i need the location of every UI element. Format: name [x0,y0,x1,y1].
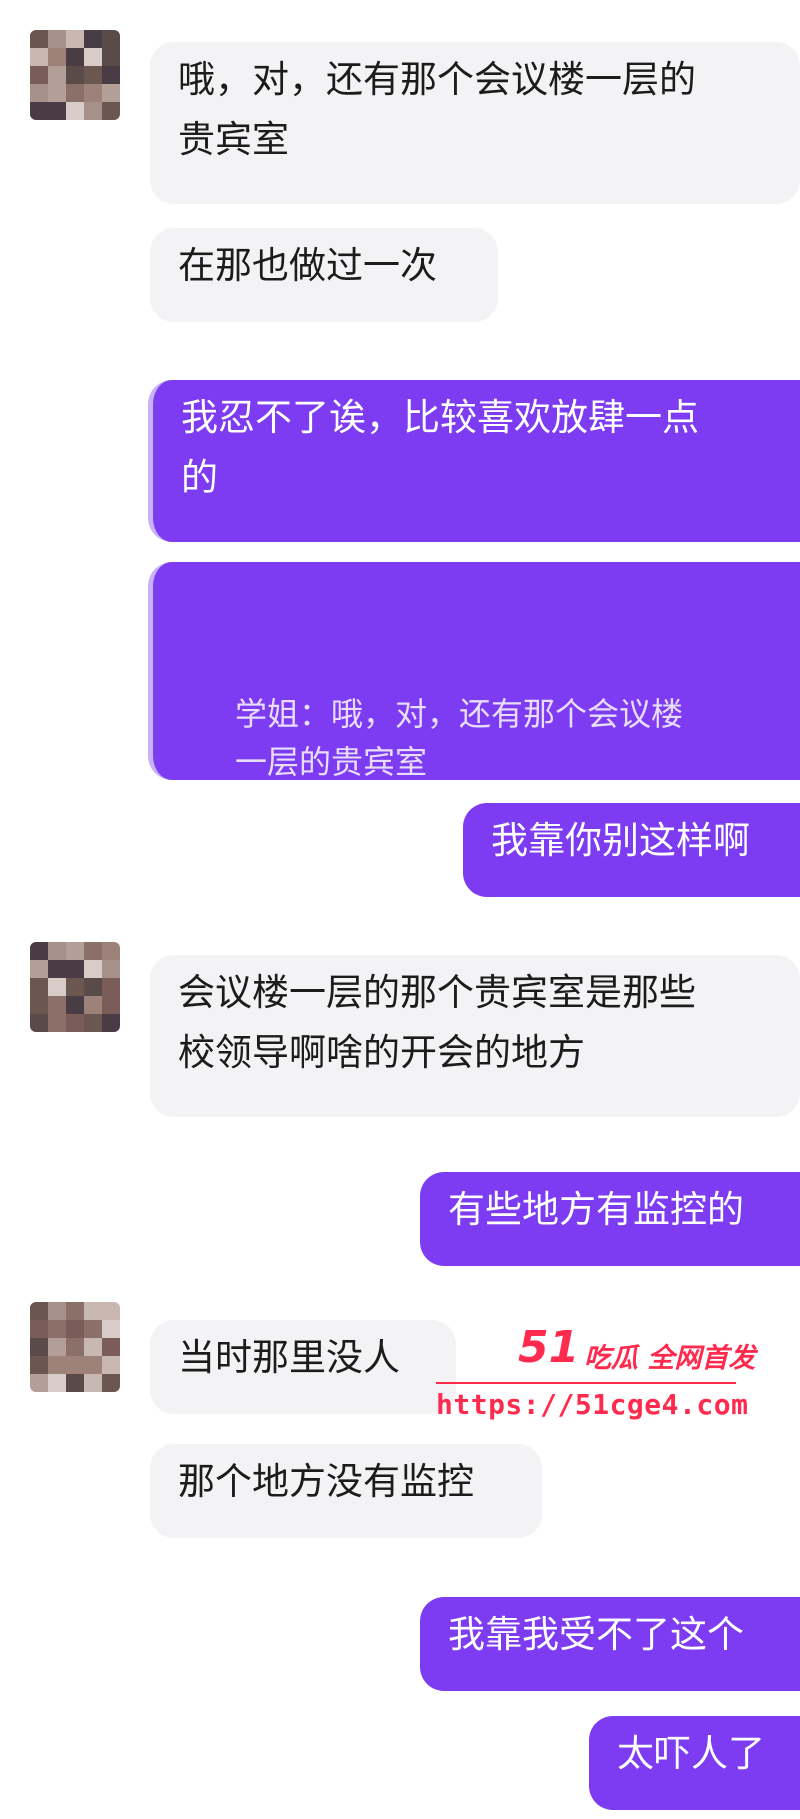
avatar-mosaic-cell [66,66,84,84]
avatar-mosaic-cell [48,84,66,102]
avatar-mosaic-cell [30,1302,48,1320]
avatar-mosaic-cell [102,960,120,978]
message-outgoing-reply[interactable]: 学姐：哦，对，还有那个会议楼 一层的贵宾室 啥 [148,562,800,969]
message-outgoing[interactable]: 有些地方有监控的 [420,1172,800,1266]
avatar-mosaic-cell [66,942,84,960]
avatar-mosaic-cell [48,1014,66,1032]
avatar-mosaic-cell [66,1302,84,1320]
avatar-mosaic-cell [84,1320,102,1338]
avatar-mosaic-cell [30,1014,48,1032]
avatar-mosaic-cell [48,102,66,120]
avatar-mosaic-cell [48,48,66,66]
message-outgoing[interactable]: 我靠你别这样啊 [463,803,800,897]
avatar-mosaic-cell [84,1356,102,1374]
avatar-mosaic-cell [30,960,48,978]
contact-avatar-2[interactable] [30,942,120,1032]
avatar-mosaic-cell [48,996,66,1014]
message-outgoing[interactable]: 太吓人了 [589,1716,800,1810]
avatar-mosaic-cell [102,48,120,66]
avatar-mosaic-cell [48,1338,66,1356]
avatar-mosaic-cell [102,102,120,120]
avatar-mosaic-cell [48,1356,66,1374]
avatar-mosaic-cell [102,978,120,996]
avatar-mosaic-cell [30,1320,48,1338]
message-outgoing[interactable]: 我靠我受不了这个 [420,1597,800,1691]
avatar-mosaic-cell [66,1014,84,1032]
message-incoming[interactable]: 哦，对，还有那个会议楼一层的 贵宾室 [150,42,800,204]
avatar-mosaic-cell [84,84,102,102]
avatar-mosaic-cell [66,1320,84,1338]
avatar-mosaic-cell [30,996,48,1014]
message-incoming[interactable]: 在那也做过一次 [150,228,498,322]
avatar-mosaic-cell [48,978,66,996]
avatar-mosaic-cell [84,1014,102,1032]
avatar-mosaic-cell [66,960,84,978]
avatar-mosaic-cell [66,84,84,102]
message-incoming[interactable]: 那个地方没有监控 [150,1444,542,1538]
quoted-message: 学姐：哦，对，还有那个会议楼 一层的贵宾室 [235,695,684,781]
avatar-mosaic-cell [66,996,84,1014]
avatar-mosaic-cell [102,1356,120,1374]
watermark: 51 吃瓜 全网首发 https://51cge4.com [436,1322,766,1442]
avatar-mosaic-cell [102,1014,120,1032]
watermark-url: https://51cge4.com [436,1388,749,1421]
avatar-mosaic-cell [102,84,120,102]
avatar-mosaic-cell [48,1302,66,1320]
avatar-mosaic-cell [84,978,102,996]
avatar-mosaic-cell [66,1356,84,1374]
avatar-mosaic-cell [66,1338,84,1356]
avatar-mosaic-cell [66,102,84,120]
avatar-mosaic-cell [30,48,48,66]
avatar-mosaic-cell [84,48,102,66]
contact-avatar-1[interactable] [30,30,120,120]
avatar-mosaic-cell [102,996,120,1014]
avatar-mosaic-cell [30,1338,48,1356]
avatar-mosaic-cell [84,66,102,84]
message-outgoing[interactable]: 我忍不了诶，比较喜欢放肆一点 的 [148,380,800,542]
avatar-mosaic-cell [48,30,66,48]
avatar-mosaic-cell [30,102,48,120]
avatar-mosaic-cell [48,960,66,978]
avatar-mosaic-cell [30,66,48,84]
avatar-mosaic-cell [66,978,84,996]
message-incoming[interactable]: 会议楼一层的那个贵宾室是那些 校领导啊啥的开会的地方 [150,955,800,1117]
avatar-mosaic-cell [48,1320,66,1338]
message-incoming[interactable]: 当时那里没人 [150,1320,456,1414]
avatar-mosaic-cell [66,48,84,66]
avatar-mosaic-cell [30,84,48,102]
avatar-mosaic-cell [102,1374,120,1392]
watermark-slogan: 吃瓜 全网首发 [584,1343,756,1374]
avatar-mosaic-cell [48,1374,66,1392]
avatar-mosaic-cell [66,30,84,48]
avatar-mosaic-cell [30,1356,48,1374]
avatar-mosaic-cell [30,942,48,960]
avatar-mosaic-cell [102,1302,120,1320]
avatar-mosaic-cell [102,1320,120,1338]
watermark-brand: 51 [518,1322,580,1373]
watermark-divider [436,1382,736,1384]
avatar-mosaic-cell [84,30,102,48]
contact-avatar-3[interactable] [30,1302,120,1392]
avatar-mosaic-cell [84,102,102,120]
avatar-mosaic-cell [30,978,48,996]
avatar-mosaic-cell [102,66,120,84]
avatar-mosaic-cell [84,960,102,978]
avatar-mosaic-cell [84,1374,102,1392]
avatar-mosaic-cell [48,66,66,84]
avatar-mosaic-cell [30,30,48,48]
avatar-mosaic-cell [84,996,102,1014]
avatar-mosaic-cell [48,942,66,960]
avatar-mosaic-cell [102,30,120,48]
avatar-mosaic-cell [66,1374,84,1392]
avatar-mosaic-cell [84,1338,102,1356]
avatar-mosaic-cell [102,1338,120,1356]
avatar-mosaic-cell [102,942,120,960]
avatar-mosaic-cell [84,942,102,960]
avatar-mosaic-cell [30,1374,48,1392]
avatar-mosaic-cell [84,1302,102,1320]
